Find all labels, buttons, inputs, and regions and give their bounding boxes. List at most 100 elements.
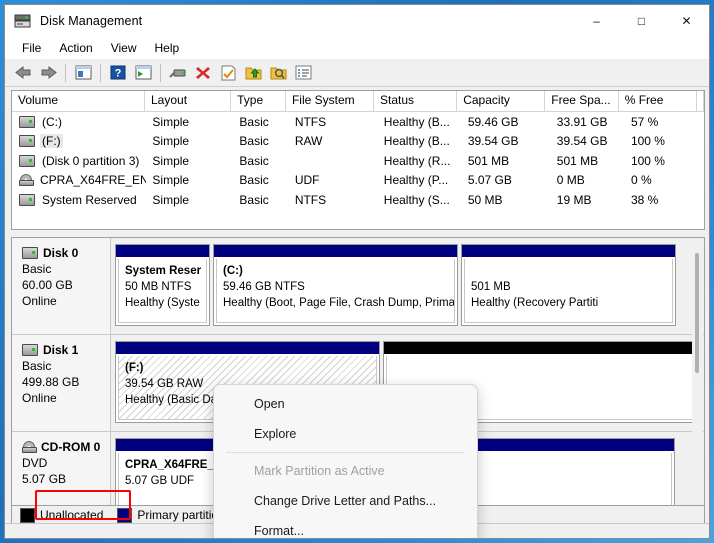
column-header-volume[interactable]: Volume bbox=[12, 91, 145, 111]
disk-info-panel[interactable]: Disk 0 Basic 60.00 GB Online bbox=[12, 238, 111, 334]
context-menu-item-format[interactable]: Format... bbox=[214, 516, 477, 538]
table-row[interactable]: (F:) Simple Basic RAW Healthy (B... 39.54 GB 3… bbox=[12, 132, 704, 152]
partition-block[interactable]: System Reser 50 MB NTFS Healthy (Syste bbox=[115, 244, 210, 326]
menu-action[interactable]: Action bbox=[50, 39, 101, 57]
disk-title: Disk 1 bbox=[22, 343, 110, 357]
rescan-disks-icon[interactable] bbox=[216, 61, 240, 84]
close-button[interactable]: ✕ bbox=[664, 5, 709, 37]
scrollbar-thumb[interactable] bbox=[695, 253, 699, 373]
partition-line-1: System Reser bbox=[125, 265, 202, 277]
show-hide-console-tree-icon[interactable] bbox=[71, 61, 95, 84]
help-icon[interactable]: ? bbox=[106, 61, 130, 84]
menu-help[interactable]: Help bbox=[146, 39, 189, 57]
volume-name: (C:) bbox=[42, 114, 62, 129]
disk-drive-icon bbox=[14, 13, 32, 29]
drive-icon bbox=[22, 344, 38, 356]
column-header-file-system[interactable]: File System bbox=[286, 91, 375, 111]
list-icon[interactable] bbox=[291, 61, 315, 84]
context-menu-item-open[interactable]: Open bbox=[214, 389, 477, 419]
extend-volume-icon[interactable] bbox=[241, 61, 265, 84]
column-header-capacity[interactable]: Capacity bbox=[457, 91, 546, 111]
volume-name: System Reserved bbox=[42, 192, 137, 207]
partition-line-3: Healthy (Syste bbox=[125, 297, 200, 309]
properties-icon[interactable] bbox=[166, 61, 190, 84]
title-bar: Disk Management – □ ✕ bbox=[5, 5, 709, 37]
column-header-free-space[interactable]: Free Spa... bbox=[545, 91, 619, 111]
cell-volume: System Reserved bbox=[12, 193, 146, 207]
cell-free: 501 MB bbox=[556, 153, 599, 168]
disk-name: CD-ROM 0 bbox=[41, 440, 101, 454]
partition-line-2: 501 MB bbox=[471, 281, 511, 293]
cell-pct: 100 % bbox=[630, 153, 665, 168]
disk-state: Online bbox=[22, 391, 57, 405]
toolbar: ? bbox=[5, 59, 709, 87]
cell-pct: 0 % bbox=[630, 173, 652, 188]
disk-size: 499.88 GB bbox=[22, 375, 80, 389]
cell-pct: 100 % bbox=[630, 134, 665, 149]
disk-info-panel[interactable]: CD-ROM 0 DVD 5.07 GB bbox=[12, 432, 111, 508]
cell-free: 33.91 GB bbox=[556, 114, 608, 129]
disk-name: Disk 0 bbox=[43, 246, 79, 260]
cell-volume: (F:) bbox=[12, 134, 146, 149]
disk-info-panel[interactable]: Disk 1 Basic 499.88 GB Online bbox=[12, 335, 111, 431]
cell-free: 19 MB bbox=[556, 192, 592, 207]
delete-icon[interactable] bbox=[191, 61, 215, 84]
graphical-view-scrollbar[interactable] bbox=[692, 239, 703, 507]
disk-state: Online bbox=[22, 294, 57, 308]
cell-layout: Simple bbox=[152, 192, 190, 207]
maximize-button[interactable]: □ bbox=[619, 5, 664, 37]
cell-free: 39.54 GB bbox=[556, 134, 608, 149]
legend-item-primary-partition: Primary partition bbox=[117, 507, 225, 523]
disk-title: Disk 0 bbox=[22, 246, 110, 260]
table-row[interactable]: (Disk 0 partition 3) Simple Basic Healthy (… bbox=[12, 151, 704, 171]
show-action-pane-icon[interactable] bbox=[131, 61, 155, 84]
window-controls: – □ ✕ bbox=[574, 5, 709, 37]
column-header-percent-free[interactable]: % Free bbox=[619, 91, 697, 111]
cell-layout: Simple bbox=[152, 153, 190, 168]
column-header-layout[interactable]: Layout bbox=[145, 91, 232, 111]
cd-icon bbox=[19, 174, 34, 187]
minimize-button[interactable]: – bbox=[574, 5, 619, 37]
legend-swatch-primary-partition bbox=[117, 507, 133, 523]
cell-layout: Simple bbox=[152, 173, 190, 188]
column-header-status[interactable]: Status bbox=[374, 91, 458, 111]
window-title: Disk Management bbox=[40, 14, 143, 28]
cell-status: Healthy (B... bbox=[383, 114, 450, 129]
partition-block[interactable]: (C:) 59.46 GB NTFS Healthy (Boot, Page Fil… bbox=[213, 244, 458, 326]
svg-text:?: ? bbox=[115, 68, 122, 80]
toolbar-separator bbox=[65, 63, 66, 82]
context-menu-item-explore[interactable]: Explore bbox=[214, 419, 477, 449]
back-icon[interactable] bbox=[11, 61, 35, 84]
cell-type: Basic bbox=[239, 134, 269, 149]
context-menu-item-change-drive-letter-and-paths[interactable]: Change Drive Letter and Paths... bbox=[214, 486, 477, 516]
cell-volume: (Disk 0 partition 3) bbox=[12, 154, 146, 168]
cell-capacity: 59.46 GB bbox=[467, 114, 519, 129]
volume-name: CPRA_X64FRE_EN-... bbox=[40, 173, 146, 188]
table-row[interactable]: CPRA_X64FRE_EN-... Simple Basic UDF Healthy … bbox=[12, 171, 704, 191]
cell-type: Basic bbox=[239, 153, 269, 168]
table-row[interactable]: System Reserved Simple Basic NTFS Healthy (S… bbox=[12, 190, 704, 210]
cell-layout: Simple bbox=[152, 114, 190, 129]
context-menu[interactable]: Open Explore Mark Partition as Active Chang… bbox=[213, 384, 478, 538]
column-header-type[interactable]: Type bbox=[231, 91, 286, 111]
cell-filesystem: RAW bbox=[294, 134, 323, 149]
search-icon[interactable] bbox=[266, 61, 290, 84]
disk-type: Basic bbox=[22, 359, 52, 373]
volume-name: (Disk 0 partition 3) bbox=[42, 153, 140, 168]
forward-icon[interactable] bbox=[36, 61, 60, 84]
cell-status: Healthy (P... bbox=[383, 173, 449, 188]
table-row[interactable]: (C:) Simple Basic NTFS Healthy (B... 59.46 GB… bbox=[12, 112, 704, 132]
partition-block[interactable]: 501 MB Healthy (Recovery Partiti bbox=[461, 244, 676, 326]
disk-size: 5.07 GB bbox=[22, 472, 67, 486]
cell-status: Healthy (B... bbox=[383, 134, 450, 149]
volume-list[interactable]: Volume Layout Type File System Status Ca… bbox=[11, 90, 705, 230]
cell-pct: 57 % bbox=[630, 114, 659, 129]
cell-capacity: 5.07 GB bbox=[467, 173, 512, 188]
context-menu-separator bbox=[226, 452, 465, 453]
menu-view[interactable]: View bbox=[102, 39, 146, 57]
menu-bar: File Action View Help bbox=[5, 37, 709, 60]
partition-line-1: (F:) bbox=[125, 362, 144, 374]
partition-color-bar bbox=[384, 342, 702, 354]
menu-file[interactable]: File bbox=[13, 39, 50, 57]
drive-icon bbox=[19, 193, 35, 206]
